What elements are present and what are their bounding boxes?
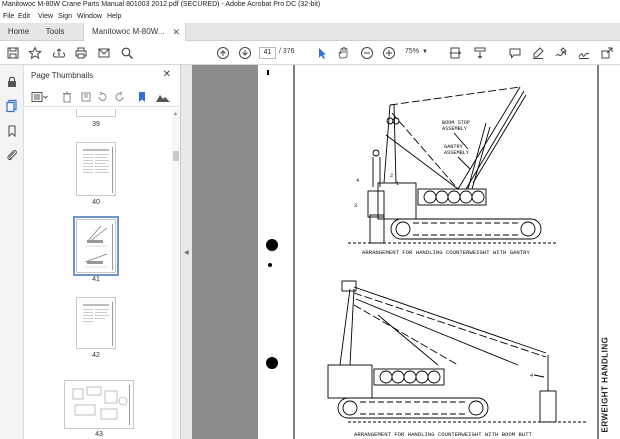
thumbnail-page[interactable] <box>76 142 116 196</box>
next-page-icon[interactable] <box>238 46 252 60</box>
scroll-mode-icon[interactable] <box>473 46 487 60</box>
comment-icon[interactable] <box>508 46 522 60</box>
rotate-left-icon[interactable] <box>96 91 108 103</box>
tab-document[interactable]: Manitowoc M-80W... ✕ <box>83 23 186 41</box>
callout-4-lower: 4 <box>530 373 534 379</box>
label-gantry: GANTRY ASSEMBLY <box>444 144 469 156</box>
title-bar: Manitowoc M-80W Crane Parts Manual 80100… <box>0 0 620 11</box>
options-menu-icon[interactable] <box>31 91 49 103</box>
caption-boom-butt: ARRANGEMENT FOR HANDLING COUNTERWEIGHT W… <box>354 431 532 438</box>
menu-sign[interactable]: Sign <box>58 13 72 20</box>
menu-file[interactable]: File <box>3 13 14 20</box>
insert-page-icon[interactable] <box>136 91 148 103</box>
upload-icon[interactable] <box>52 46 66 60</box>
bookmark-star-icon[interactable] <box>28 46 42 60</box>
print-icon[interactable] <box>74 46 88 60</box>
attachments-icon[interactable] <box>5 148 19 162</box>
pdf-page: BOOM STOP ASSEMBLY GANTRY ASSEMBLY 4 2 1 3… <box>258 65 620 439</box>
lock-icon[interactable] <box>5 75 19 89</box>
highlight-pen-icon[interactable] <box>531 46 545 60</box>
tab-home[interactable]: Home <box>0 23 37 41</box>
thumbnail-label: 43 <box>95 431 103 438</box>
caption-gantry: ARRANGEMENT FOR HANDLING COUNTERWEIGHT W… <box>362 249 530 256</box>
side-heading-text: ERWEIGHT HANDLING <box>600 336 610 433</box>
search-icon[interactable] <box>120 46 134 60</box>
hand-tool-icon[interactable] <box>336 46 350 60</box>
scrollbar-thumb[interactable] <box>173 151 179 161</box>
tab-tools[interactable]: Tools <box>37 23 73 41</box>
menu-edit[interactable]: Edit <box>18 13 30 20</box>
zoom-value: 75% <box>405 48 420 55</box>
callout-4: 4 <box>356 178 360 184</box>
page-number-input[interactable]: 41 <box>259 47 276 59</box>
thumbnail-page[interactable] <box>76 109 116 117</box>
zoom-dropdown[interactable]: 75% ▼ <box>405 48 428 55</box>
delete-page-icon[interactable] <box>61 91 73 103</box>
menu-help[interactable]: Help <box>107 13 121 20</box>
window-title: Manitowoc M-80W Crane Parts Manual 80100… <box>2 1 321 8</box>
thumbnail-label: 42 <box>92 352 100 359</box>
select-cursor-icon[interactable] <box>315 46 329 60</box>
tab-bar: Home Tools Manitowoc M-80W... ✕ <box>0 23 620 41</box>
main-toolbar: 41 / 376 75% ▼ <box>0 41 620 65</box>
thumbnail-label: 40 <box>92 199 100 206</box>
page-thumbnails-icon[interactable] <box>5 99 19 113</box>
chevron-down-icon: ▼ <box>422 49 428 55</box>
thumbnail-size-icon[interactable] <box>155 91 171 103</box>
panel-title: Page Thumbnails <box>31 71 94 80</box>
email-icon[interactable] <box>97 46 111 60</box>
document-view[interactable]: BOOM STOP ASSEMBLY GANTRY ASSEMBLY 4 2 1 3… <box>192 65 620 439</box>
left-navigation-rail <box>0 65 24 439</box>
thumbnail-toolbar <box>24 87 181 107</box>
sign-icon[interactable] <box>577 46 591 60</box>
menu-view[interactable]: View <box>38 13 53 20</box>
callout-2: 2 <box>390 173 394 179</box>
thumbnail-scrollbar[interactable]: ▲ <box>172 109 180 439</box>
zoom-in-icon[interactable] <box>382 46 396 60</box>
rotate-right-icon[interactable] <box>114 91 126 103</box>
side-heading: ERWEIGHT HANDLING <box>598 336 612 439</box>
zoom-out-icon[interactable] <box>360 46 374 60</box>
thumbnail-page[interactable] <box>76 297 116 349</box>
close-panel-icon[interactable]: ✕ <box>163 69 171 80</box>
page-thumbnails-panel: Page Thumbnails ✕ ▲ 39 40 41 42 43 <box>24 65 181 439</box>
label-boom-stop: BOOM STOP ASSEMBLY <box>442 120 471 132</box>
menu-bar: File Edit View Sign Window Help <box>0 11 620 23</box>
page-fit-icon[interactable] <box>448 46 462 60</box>
thumbnail-label: 41 <box>92 276 100 283</box>
close-tab-icon[interactable]: ✕ <box>172 23 180 41</box>
draw-icon[interactable] <box>554 46 568 60</box>
panel-splitter[interactable]: ◀ <box>181 65 192 439</box>
thumbnail-page[interactable] <box>64 380 134 429</box>
page-total: / 376 <box>279 48 295 55</box>
previous-page-icon[interactable] <box>216 46 230 60</box>
thumbnail-label: 39 <box>92 121 100 128</box>
save-icon[interactable] <box>6 46 20 60</box>
thumbnail-page-selected[interactable] <box>73 216 119 276</box>
collapse-panel-icon[interactable]: ◀ <box>184 249 189 256</box>
share-icon[interactable] <box>600 46 614 60</box>
bookmarks-icon[interactable] <box>5 124 19 138</box>
extract-page-icon[interactable] <box>80 91 92 103</box>
tab-document-label: Manitowoc M-80W... <box>92 27 165 36</box>
callout-1: 1 <box>396 181 400 187</box>
callout-3: 3 <box>354 203 358 209</box>
scroll-up-icon[interactable]: ▲ <box>173 111 178 117</box>
menu-window[interactable]: Window <box>77 13 102 20</box>
